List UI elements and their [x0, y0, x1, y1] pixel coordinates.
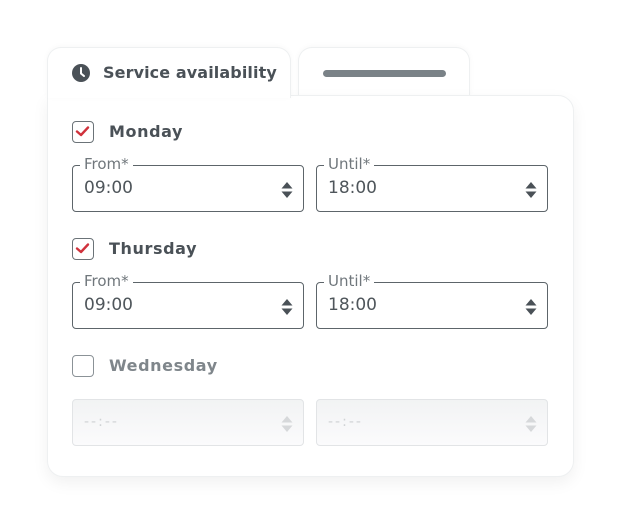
- availability-card: Monday From* 09:00 Until* 18:00 Thursday…: [47, 95, 574, 477]
- field-value: --:--: [84, 414, 119, 430]
- field-label: Until*: [324, 272, 375, 290]
- wednesday-checkbox[interactable]: [72, 355, 94, 377]
- wednesday-until-input: --:--: [316, 399, 548, 446]
- thursday-until-input[interactable]: Until* 18:00: [316, 272, 548, 329]
- tab-service-availability[interactable]: Service availability: [47, 47, 291, 98]
- spinner-icon: [281, 416, 293, 432]
- wednesday-from-input: --:--: [72, 399, 304, 446]
- field-value: 09:00: [84, 178, 133, 198]
- spinner-icon[interactable]: [525, 181, 537, 199]
- thursday-checkbox[interactable]: [72, 238, 94, 260]
- field-value: --:--: [328, 414, 363, 430]
- monday-checkbox[interactable]: [72, 121, 94, 143]
- monday-until-input[interactable]: Until* 18:00: [316, 155, 548, 212]
- field-value: 18:00: [328, 178, 377, 198]
- day-label: Thursday: [109, 239, 198, 258]
- field-label: From*: [80, 272, 133, 290]
- tab-placeholder[interactable]: [298, 47, 470, 98]
- field-value: 09:00: [84, 295, 133, 315]
- spinner-icon[interactable]: [281, 298, 293, 316]
- tab-label: Service availability: [103, 63, 277, 82]
- clock-icon: [72, 64, 90, 82]
- field-label: From*: [80, 155, 133, 173]
- spinner-icon: [525, 416, 537, 432]
- day-label: Monday: [109, 122, 184, 141]
- spinner-icon[interactable]: [525, 298, 537, 316]
- thursday-from-input[interactable]: From* 09:00: [72, 272, 304, 329]
- spinner-icon[interactable]: [281, 181, 293, 199]
- field-label: Until*: [324, 155, 375, 173]
- field-value: 18:00: [328, 295, 377, 315]
- monday-from-input[interactable]: From* 09:00: [72, 155, 304, 212]
- day-label: Wednesday: [109, 356, 218, 375]
- tab-label-placeholder-bar: [323, 70, 446, 77]
